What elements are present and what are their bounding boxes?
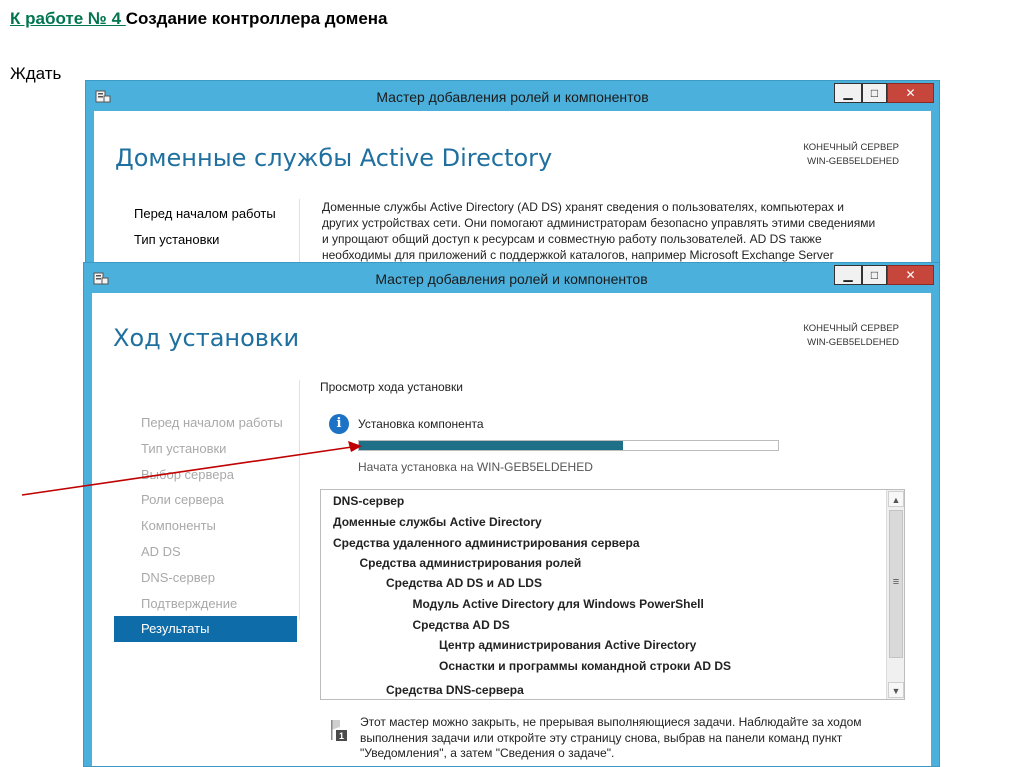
list-item: Центр администрирования Active Directory <box>439 638 697 652</box>
status-text: Установка компонента <box>358 417 484 431</box>
title-bar[interactable]: Мастер добавления ролей и компонентов ▁ … <box>84 263 939 293</box>
close-wizard-note: Этот мастер можно закрыть, не прерывая в… <box>360 715 862 760</box>
wizard-window-front: Мастер добавления ролей и компонентов ▁ … <box>83 262 940 767</box>
nav-item-step[interactable]: Выбор сервера <box>114 462 297 488</box>
nav-item-step[interactable]: Тип установки <box>114 436 297 462</box>
list-item: Модуль Active Directory для Windows Powe… <box>412 597 704 611</box>
window-client: Ход установки КОНЕЧНЫЙ СЕРВЕР WIN-GEB5EL… <box>92 293 931 766</box>
progress-header: Просмотр хода установки <box>320 380 463 394</box>
ad-ds-description: Доменные службы Active Directory (AD DS)… <box>322 200 876 262</box>
wizard-window-back: Мастер добавления ролей и компонентов ▁ … <box>85 80 940 269</box>
nav-item-step[interactable]: AD DS <box>114 539 297 565</box>
maximize-icon: □ <box>870 268 879 282</box>
chevron-up-icon: ▲ <box>891 495 901 505</box>
page-heading: Доменные службы Active Directory <box>115 144 553 172</box>
close-button[interactable]: ✕ <box>887 83 934 103</box>
list-item: Средства AD DS <box>412 618 510 632</box>
results-list-box[interactable]: DNS-сервер Доменные службы Active Directo… <box>320 489 905 700</box>
vertical-scrollbar[interactable]: ▲ ≡ ▼ <box>886 490 904 699</box>
minimize-button[interactable]: ▁ <box>834 83 862 103</box>
note-badge: 1 <box>339 731 344 741</box>
nav-divider <box>299 380 300 620</box>
list-item: Средства администрирования ролей <box>359 556 582 570</box>
install-started-text: Начата установка на WIN-GEB5ELDEHED <box>358 460 593 474</box>
nav-item-step[interactable]: Компоненты <box>114 513 297 539</box>
nav-item-results[interactable]: Результаты <box>114 616 297 643</box>
close-icon: ✕ <box>905 86 916 100</box>
wizard-nav: Перед началом работы Тип установки <box>134 201 276 253</box>
nav-item-step[interactable]: Перед началом работы <box>114 410 297 436</box>
maximize-button[interactable]: □ <box>862 83 887 103</box>
target-server: КОНЕЧНЫЙ СЕРВЕР WIN-GEB5ELDEHED <box>803 141 899 169</box>
list-item: Средства DNS-сервера <box>386 683 524 697</box>
slide-title: К работе № 4 Создание контроллера домена <box>10 9 388 29</box>
progress-fill <box>359 441 623 450</box>
scroll-down-button[interactable]: ▼ <box>888 682 904 698</box>
nav-item-step[interactable]: Подтверждение <box>114 591 297 617</box>
scroll-up-button[interactable]: ▲ <box>888 491 904 507</box>
minimize-icon: ▁ <box>843 86 853 100</box>
grip-icon: ≡ <box>892 576 900 588</box>
chevron-down-icon: ▼ <box>891 686 901 696</box>
list-item: Оснастки и программы командной строки AD… <box>439 659 731 673</box>
slide-subtitle: Ждать <box>10 64 62 83</box>
list-item: Доменные службы Active Directory <box>333 515 542 529</box>
close-button[interactable]: ✕ <box>887 265 934 285</box>
page-heading: Ход установки <box>113 324 300 352</box>
list-item: DNS-сервер <box>333 494 405 508</box>
wizard-nav: Перед началом работы Тип установки Выбор с… <box>114 410 297 643</box>
window-client: Доменные службы Active Directory КОНЕЧНЫ… <box>94 111 931 269</box>
minimize-icon: ▁ <box>843 268 853 282</box>
minimize-button[interactable]: ▁ <box>834 265 862 285</box>
notification-flag-icon: 1 <box>331 720 347 741</box>
nav-item-step[interactable]: DNS-сервер <box>114 565 297 591</box>
list-item: Средства удаленного администрирования се… <box>333 536 640 550</box>
scroll-thumb[interactable]: ≡ <box>889 510 903 658</box>
target-server-label: КОНЕЧНЫЙ СЕРВЕР <box>803 323 899 334</box>
nav-item[interactable]: Перед началом работы <box>134 201 276 227</box>
nav-divider <box>299 199 300 269</box>
install-progress-bar <box>358 440 779 451</box>
nav-item[interactable]: Тип установки <box>134 227 276 253</box>
target-server-name: WIN-GEB5ELDEHED <box>807 337 899 348</box>
list-item: Средства AD DS и AD LDS <box>386 576 542 590</box>
maximize-icon: □ <box>870 86 879 100</box>
window-title: Мастер добавления ролей и компонентов <box>376 89 649 105</box>
close-icon: ✕ <box>905 268 916 282</box>
slide-title-link[interactable]: К работе № 4 <box>10 9 126 28</box>
nav-item-step[interactable]: Роли сервера <box>114 487 297 513</box>
window-title: Мастер добавления ролей и компонентов <box>375 271 648 287</box>
target-server-name: WIN-GEB5ELDEHED <box>807 156 899 167</box>
info-icon: i <box>329 414 349 434</box>
target-server: КОНЕЧНЫЙ СЕРВЕР WIN-GEB5ELDEHED <box>803 322 899 350</box>
target-server-label: КОНЕЧНЫЙ СЕРВЕР <box>803 142 899 153</box>
slide-title-text: Создание контроллера домена <box>125 9 388 28</box>
maximize-button[interactable]: □ <box>862 265 887 285</box>
title-bar[interactable]: Мастер добавления ролей и компонентов ▁ … <box>86 81 939 111</box>
